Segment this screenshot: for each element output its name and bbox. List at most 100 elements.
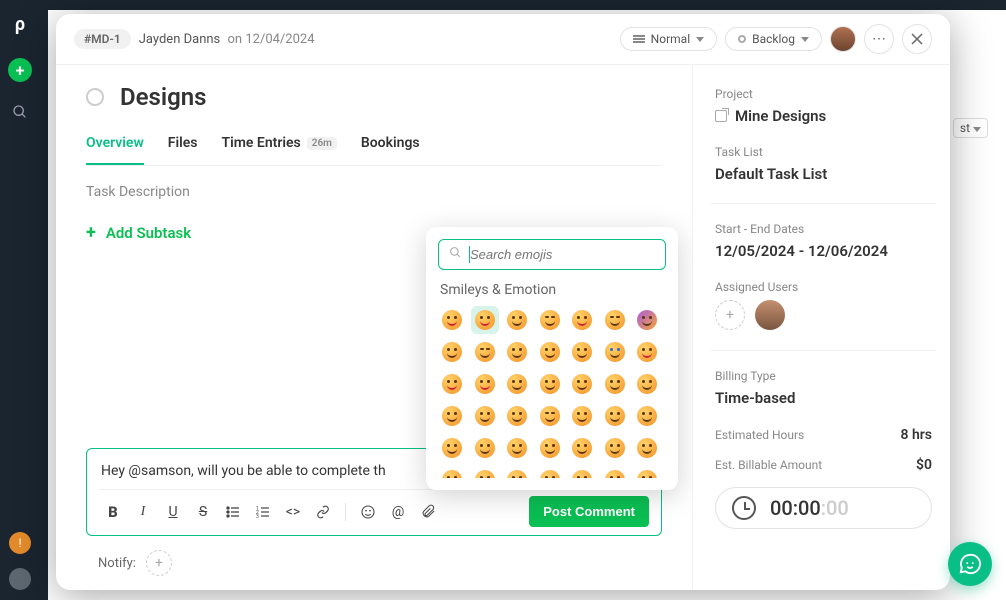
emoji-item[interactable] — [503, 466, 531, 478]
priority-selector[interactable]: Normal — [620, 27, 717, 51]
est-hours-value[interactable]: 8 hrs — [900, 427, 932, 443]
emoji-item[interactable] — [633, 338, 661, 366]
emoji-item[interactable] — [601, 466, 629, 478]
status-selector[interactable]: Backlog — [725, 27, 822, 51]
complete-checkbox[interactable] — [86, 88, 104, 106]
tab-time-entries[interactable]: Time Entries 26m — [222, 129, 337, 165]
more-options-button[interactable]: ⋯ — [864, 24, 894, 54]
emoji-item[interactable] — [568, 370, 596, 398]
emoji-item[interactable] — [438, 370, 466, 398]
emoji-item[interactable] — [471, 434, 499, 462]
emoji-item[interactable] — [471, 402, 499, 430]
italic-button[interactable]: I — [129, 499, 157, 525]
emoji-item[interactable] — [471, 466, 499, 478]
dates-value[interactable]: 12/05/2024 - 12/06/2024 — [715, 242, 932, 260]
modal-header: #MD-1 Jayden Danns on 12/04/2024 Normal … — [56, 14, 950, 65]
emoji-item[interactable] — [471, 370, 499, 398]
emoji-search-input[interactable] — [470, 247, 655, 262]
emoji-item[interactable] — [503, 402, 531, 430]
clock-icon — [732, 496, 756, 520]
emoji-item[interactable] — [633, 434, 661, 462]
external-link-icon — [715, 110, 727, 122]
time-entries-badge: 26m — [307, 137, 337, 150]
emoji-item[interactable] — [568, 434, 596, 462]
emoji-item[interactable] — [503, 338, 531, 366]
add-notify-user-button[interactable]: + — [146, 550, 172, 576]
assignee-avatar[interactable] — [830, 26, 856, 52]
svg-text:3: 3 — [256, 514, 259, 519]
emoji-item[interactable] — [471, 338, 499, 366]
bullet-list-button[interactable] — [219, 499, 247, 525]
emoji-item[interactable] — [536, 306, 564, 334]
task-title[interactable]: Designs — [120, 83, 207, 111]
link-button[interactable] — [309, 499, 337, 525]
emoji-item[interactable] — [438, 402, 466, 430]
numbered-list-button[interactable]: 123 — [249, 499, 277, 525]
left-nav: ρ + ! — [0, 0, 40, 600]
emoji-item[interactable] — [633, 370, 661, 398]
task-author: Jayden Danns on 12/04/2024 — [139, 32, 315, 47]
assignee-avatar[interactable] — [755, 300, 785, 330]
emoji-item[interactable] — [601, 370, 629, 398]
project-value[interactable]: Mine Designs — [715, 107, 932, 125]
user-menu-icon[interactable] — [9, 568, 31, 590]
code-button[interactable]: <> — [279, 499, 307, 525]
emoji-item[interactable] — [471, 306, 499, 334]
post-comment-button[interactable]: Post Comment — [529, 496, 649, 527]
tab-files[interactable]: Files — [168, 129, 198, 165]
emoji-item[interactable] — [601, 434, 629, 462]
task-sidebar: Project Mine Designs Task List Default T… — [692, 65, 950, 590]
emoji-item[interactable] — [568, 402, 596, 430]
global-search-icon[interactable] — [12, 104, 28, 124]
mention-button[interactable]: @ — [384, 499, 412, 525]
close-button[interactable] — [902, 24, 932, 54]
emoji-item[interactable] — [438, 434, 466, 462]
task-description-label[interactable]: Task Description — [86, 184, 662, 200]
billing-type-label: Billing Type — [715, 369, 932, 383]
chevron-down-icon — [696, 37, 704, 42]
emoji-item[interactable] — [633, 402, 661, 430]
app-logo[interactable]: ρ — [11, 14, 29, 32]
backdrop-dropdown[interactable]: st — [953, 118, 988, 138]
global-add-button[interactable]: + — [8, 58, 32, 82]
timer-display: 00:00:00 — [770, 496, 849, 520]
task-id-badge[interactable]: #MD-1 — [74, 29, 131, 49]
alert-badge-icon[interactable]: ! — [9, 532, 31, 554]
emoji-item[interactable] — [536, 402, 564, 430]
timer-control[interactable]: 00:00:00 — [715, 487, 932, 529]
tab-bookings[interactable]: Bookings — [361, 129, 420, 165]
est-billable-label: Est. Billable Amount — [715, 458, 822, 472]
emoji-item[interactable] — [601, 402, 629, 430]
emoji-item[interactable] — [536, 434, 564, 462]
comment-toolbar: B I U S 123 <> — [99, 489, 649, 535]
emoji-item[interactable] — [503, 306, 531, 334]
billing-type-value[interactable]: Time-based — [715, 389, 932, 407]
emoji-item[interactable] — [568, 338, 596, 366]
attachment-button[interactable] — [414, 499, 442, 525]
emoji-item[interactable] — [536, 338, 564, 366]
emoji-item[interactable] — [568, 306, 596, 334]
emoji-item[interactable] — [568, 466, 596, 478]
emoji-item[interactable] — [438, 306, 466, 334]
emoji-item[interactable] — [536, 370, 564, 398]
strikethrough-button[interactable]: S — [189, 499, 217, 525]
emoji-item[interactable] — [503, 434, 531, 462]
emoji-item[interactable] — [601, 338, 629, 366]
tasklist-label: Task List — [715, 145, 932, 159]
tasklist-value[interactable]: Default Task List — [715, 165, 932, 183]
bold-button[interactable]: B — [99, 499, 127, 525]
emoji-item[interactable] — [633, 466, 661, 478]
emoji-button[interactable] — [354, 499, 382, 525]
emoji-item[interactable] — [601, 306, 629, 334]
tab-overview[interactable]: Overview — [86, 129, 144, 165]
emoji-item[interactable] — [633, 306, 661, 334]
underline-button[interactable]: U — [159, 499, 187, 525]
emoji-item[interactable] — [438, 338, 466, 366]
help-fab-button[interactable] — [948, 542, 992, 586]
emoji-item[interactable] — [438, 466, 466, 478]
emoji-item[interactable] — [536, 466, 564, 478]
add-assignee-button[interactable]: + — [715, 300, 745, 330]
task-tabs: Overview Files Time Entries 26m Bookings — [86, 129, 662, 166]
emoji-item[interactable] — [503, 370, 531, 398]
est-billable-value: $0 — [916, 457, 932, 473]
